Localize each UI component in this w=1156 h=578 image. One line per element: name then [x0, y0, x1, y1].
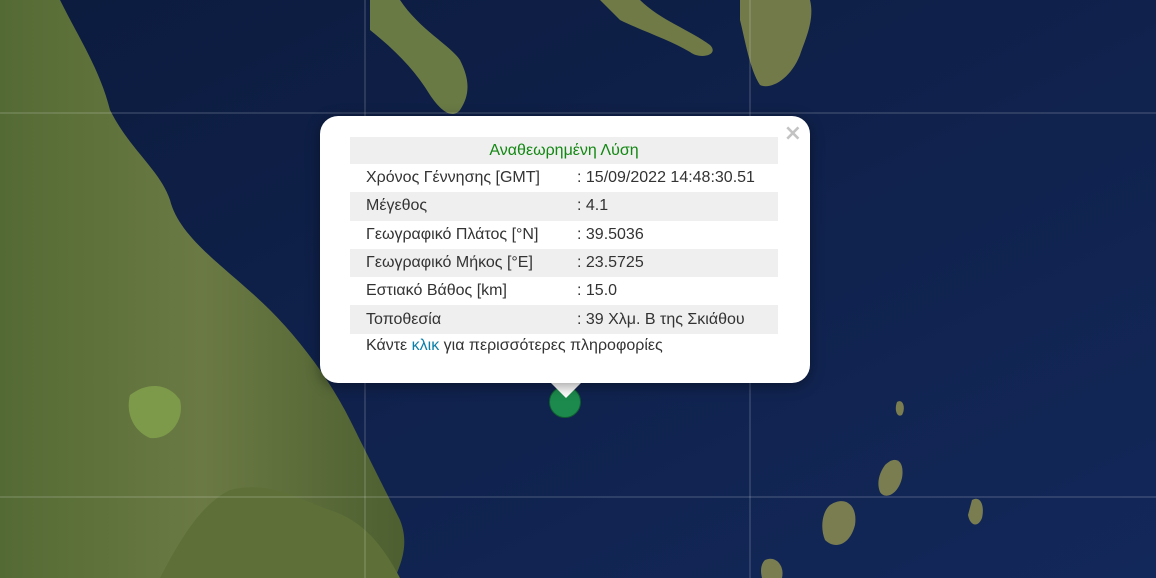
row-label: Γεωγραφικό Πλάτος [°N]	[366, 225, 539, 243]
event-details-table: Χρόνος Γέννησης [GMT] : 15/09/2022 14:48…	[350, 164, 778, 334]
row-value: : 15.0	[577, 282, 618, 300]
table-row: Γεωγραφικό Πλάτος [°N] : 39.5036	[350, 221, 778, 249]
table-row: Μέγεθος : 4.1	[350, 192, 778, 221]
more-info-text: Κάντε κλικ για περισσότερες πληροφορίες	[366, 337, 663, 355]
row-value: : 39.5036	[577, 225, 644, 243]
row-value: : 15/09/2022 14:48:30.51	[577, 169, 755, 187]
popup-tip	[550, 382, 582, 398]
row-label: Χρόνος Γέννησης [GMT]	[366, 169, 540, 187]
more-prefix: Κάντε	[366, 337, 408, 354]
event-popup: × Αναθεωρημένη Λύση Χρόνος Γέννησης [GMT…	[320, 116, 810, 383]
table-row: Γεωγραφικό Μήκος [°E] : 23.5725	[350, 248, 778, 278]
row-label: Γεωγραφικό Μήκος [°E]	[350, 248, 577, 278]
more-info-link[interactable]: κλικ	[412, 337, 440, 354]
popup-title: Αναθεωρημένη Λύση	[350, 137, 778, 164]
table-row: Χρόνος Γέννησης [GMT] : 15/09/2022 14:48…	[350, 164, 778, 192]
row-value: : 23.5725	[577, 248, 778, 278]
row-label: Τοποθεσία	[350, 305, 577, 334]
table-row: Εστιακό Βάθος [km] : 15.0	[350, 277, 778, 305]
table-row: Τοποθεσία : 39 Χλμ. Β της Σκιάθου	[350, 305, 778, 334]
island-east-4	[895, 401, 904, 416]
close-icon[interactable]: ×	[784, 122, 802, 146]
more-suffix: για περισσότερες πληροφορίες	[443, 337, 663, 354]
row-value: : 39 Χλμ. Β της Σκιάθου	[577, 305, 778, 334]
row-label: Εστιακό Βάθος [km]	[366, 282, 507, 300]
row-value: : 4.1	[577, 192, 778, 221]
row-label: Μέγεθος	[350, 192, 577, 221]
